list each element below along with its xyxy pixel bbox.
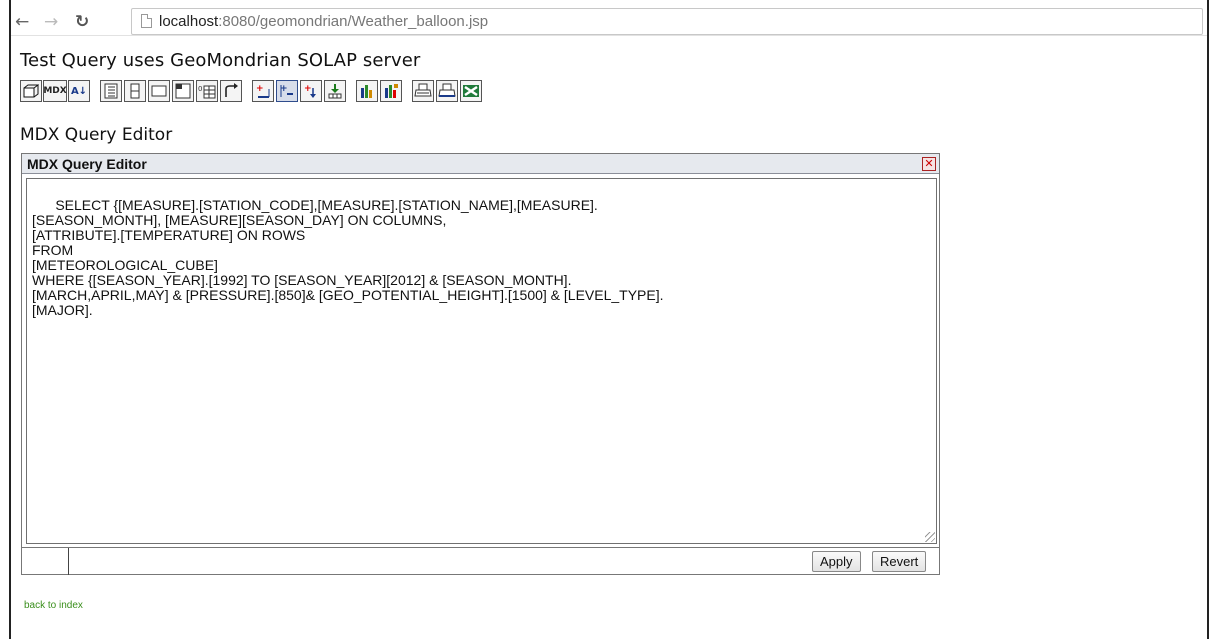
page-title: Test Query uses GeoMondrian SOLAP server — [20, 50, 421, 71]
table-icon[interactable] — [124, 80, 146, 102]
svg-text:0: 0 — [198, 85, 202, 93]
hierarchy-icon[interactable] — [100, 80, 122, 102]
chart-icon[interactable] — [356, 80, 378, 102]
apply-button[interactable]: Apply — [812, 551, 861, 572]
close-icon[interactable]: ✕ — [922, 157, 936, 171]
mdx-query-editor-panel: MDX Query Editor ✕ SELECT {[MEASURE].[ST… — [21, 153, 940, 575]
drill-replace-icon[interactable]: + — [300, 80, 322, 102]
forward-arrow-icon[interactable]: → — [44, 12, 58, 32]
print-icon[interactable] — [412, 80, 434, 102]
grid-icon[interactable]: 0 — [196, 80, 218, 102]
mdx-query-text: SELECT {[MEASURE].[STATION_CODE],[MEASUR… — [32, 197, 664, 318]
window-icon[interactable] — [148, 80, 170, 102]
back-to-index-link[interactable]: back to index — [24, 600, 83, 611]
properties-icon[interactable] — [172, 80, 194, 102]
mdx-query-textarea[interactable]: SELECT {[MEASURE].[STATION_CODE],[MEASUR… — [26, 178, 937, 544]
panel-header: MDX Query Editor ✕ — [22, 154, 939, 174]
svg-text:+: + — [256, 84, 264, 94]
mdx-icon[interactable]: MDX — [43, 80, 67, 102]
url-text[interactable]: localhost:8080/geomondrian/Weather_ballo… — [159, 13, 488, 30]
panel-title: MDX Query Editor — [27, 156, 147, 172]
drill-position-icon[interactable]: + — [276, 80, 298, 102]
back-arrow-icon[interactable]: ← — [15, 12, 29, 32]
print-config-icon[interactable] — [436, 80, 458, 102]
swap-axes-icon[interactable] — [220, 80, 242, 102]
drill-through-icon[interactable] — [324, 80, 346, 102]
svg-text:+: + — [304, 84, 312, 94]
cube-icon[interactable] — [20, 80, 42, 102]
excel-export-icon[interactable] — [460, 80, 482, 102]
chart-config-icon[interactable] — [380, 80, 402, 102]
panel-footer: Apply Revert — [22, 547, 939, 575]
mdx-label: MDX — [43, 86, 67, 96]
revert-button[interactable]: Revert — [872, 551, 927, 572]
footer-cell — [22, 548, 69, 575]
drill-member-icon[interactable]: + — [252, 80, 274, 102]
resize-grip-icon[interactable] — [925, 532, 935, 542]
page-icon — [141, 14, 152, 28]
reload-icon[interactable]: ↻ — [75, 12, 89, 32]
section-title: MDX Query Editor — [20, 125, 173, 145]
main-content: Test Query uses GeoMondrian SOLAP server… — [20, 50, 1200, 611]
sort-icon[interactable]: A↓ — [68, 80, 90, 102]
address-bar[interactable]: localhost:8080/geomondrian/Weather_ballo… — [131, 8, 1203, 35]
